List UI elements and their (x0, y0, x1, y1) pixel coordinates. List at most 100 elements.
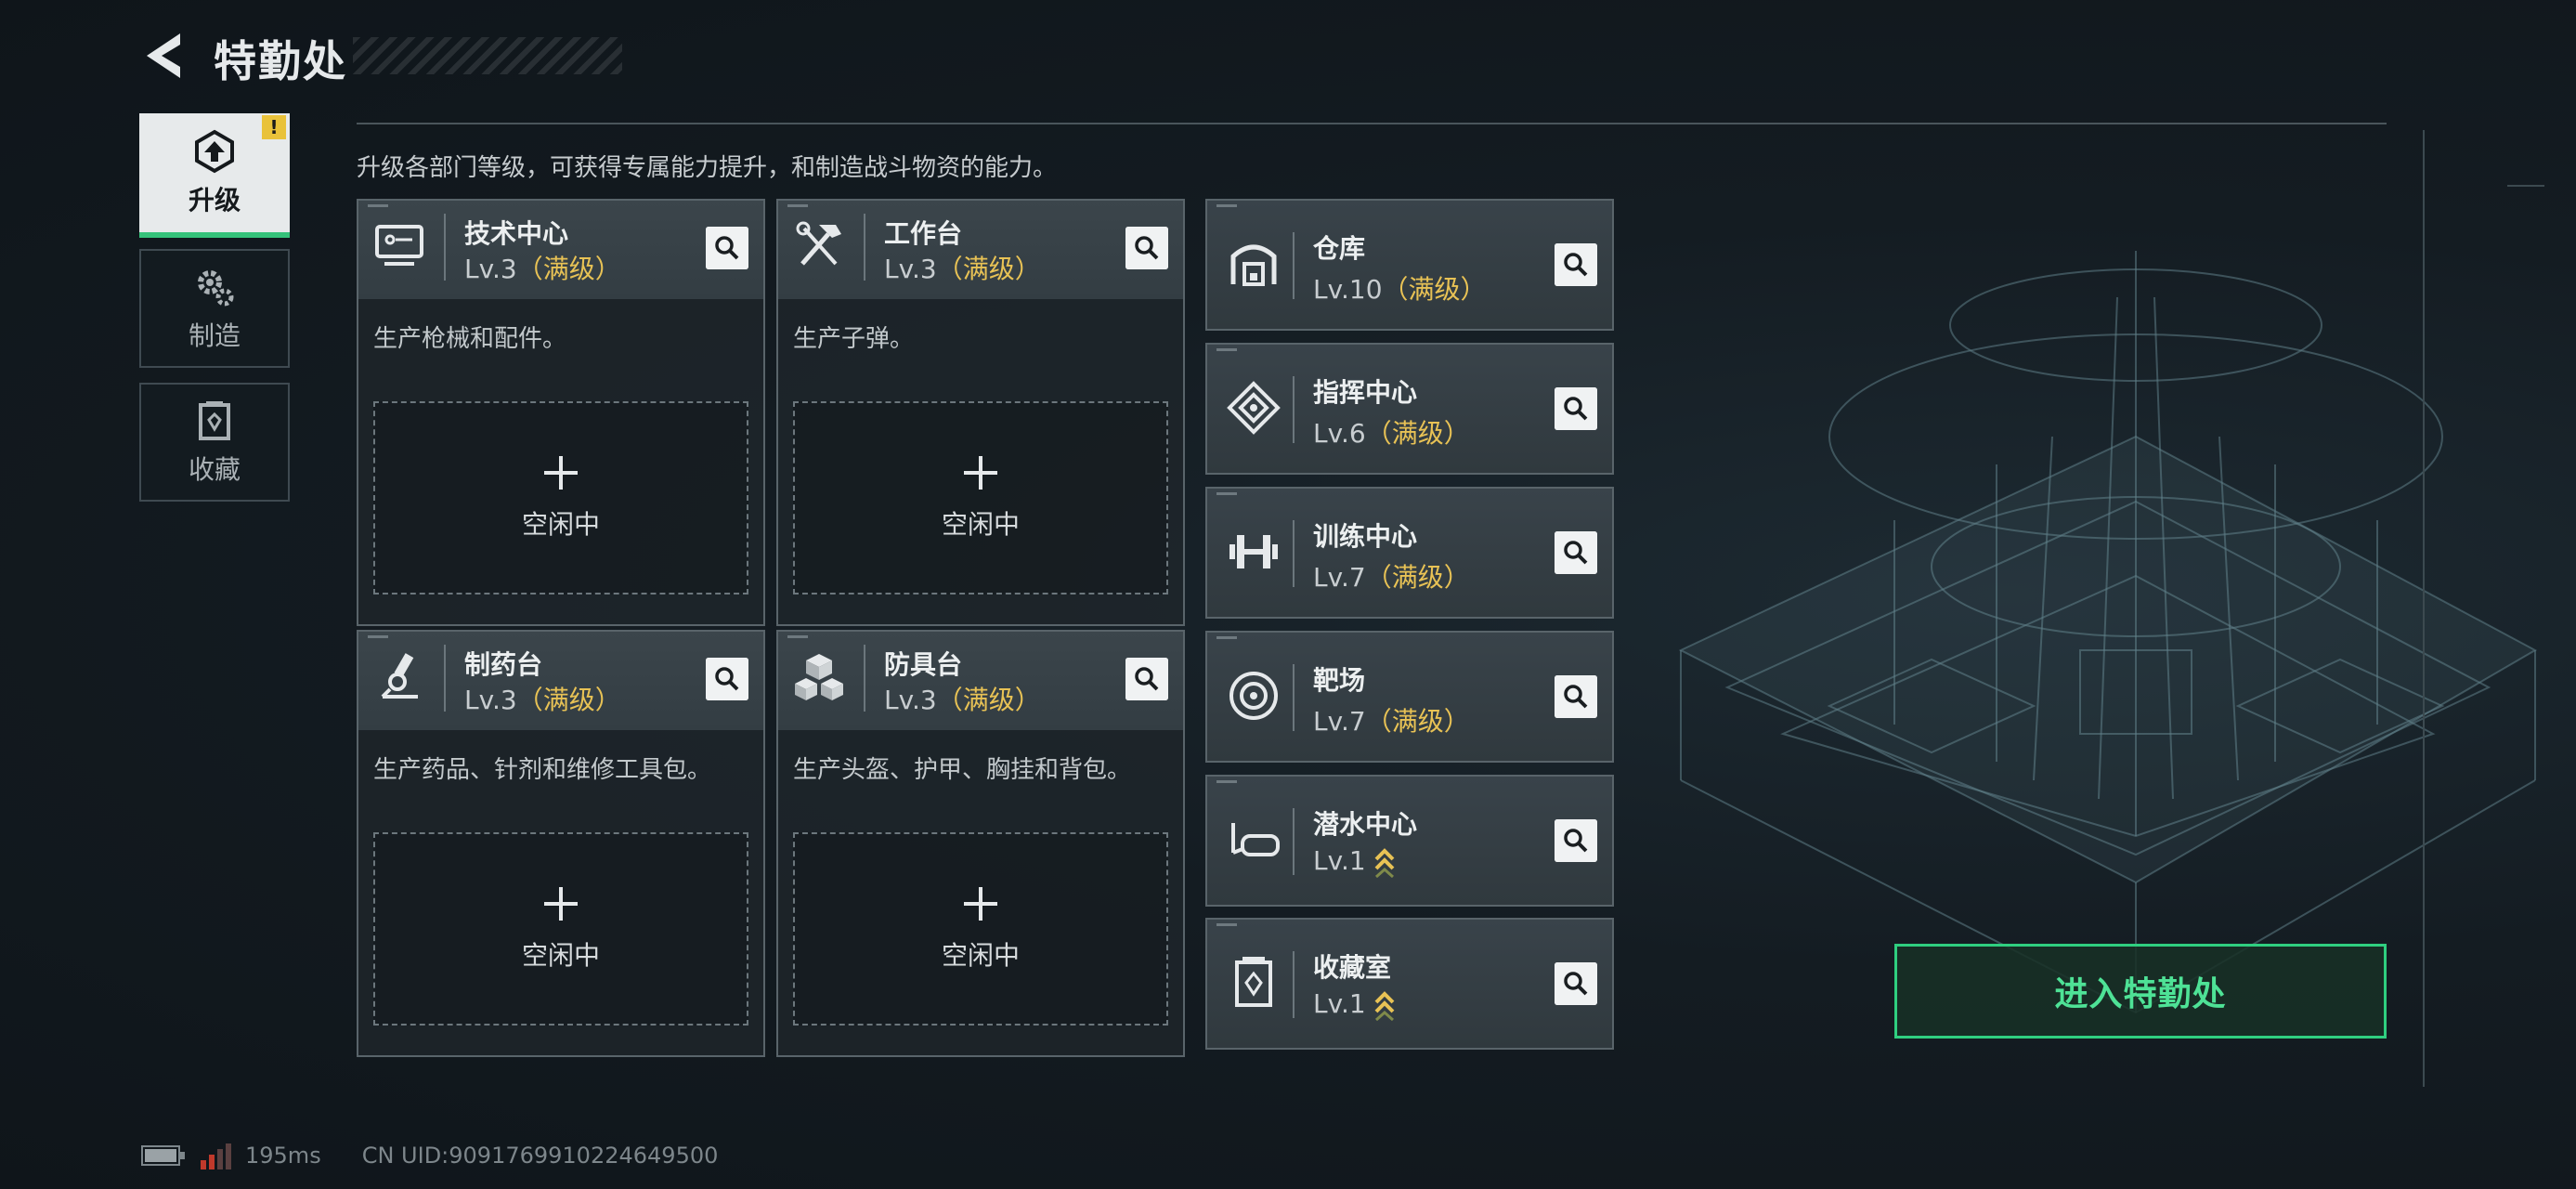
card-header: 制药台 Lv.3（满级） (358, 632, 763, 730)
ping-value: 195ms (245, 1143, 321, 1169)
corner-mark (1216, 780, 1237, 783)
collection-icon (1235, 957, 1272, 1007)
plus-icon (964, 456, 997, 490)
plus-icon (544, 456, 578, 490)
facility-name: 指挥中心 (1313, 377, 1418, 408)
divider (1293, 951, 1295, 1018)
upgrade-available-icon (1374, 848, 1395, 878)
upgrade-available-icon (1374, 991, 1395, 1021)
production-slot[interactable]: 空闲中 (793, 401, 1168, 594)
max-level-tag: （满级） (1365, 418, 1470, 449)
facility-card-training-center[interactable]: 训练中心 Lv.7（满级） (1205, 487, 1614, 619)
divider (357, 123, 2387, 124)
tab-label: 制造 (188, 320, 241, 351)
tab-label: 升级 (188, 185, 241, 216)
facility-level: Lv.6（满级） (1313, 418, 1470, 449)
facility-card-shooting-range[interactable]: 靶场 Lv.7（满级） (1205, 631, 1614, 763)
corner-mark (1216, 204, 1237, 207)
signal-icon (201, 1143, 231, 1169)
battery-icon (141, 1145, 185, 1166)
max-level-tag: （满级） (936, 254, 1041, 284)
divider (444, 214, 446, 281)
corner-mark (368, 204, 388, 207)
status-bar: 195ms CN UID:9091769910224649500 (141, 1137, 718, 1174)
tab-upgrade[interactable]: ! 升级 (139, 113, 290, 238)
search-icon[interactable] (1555, 675, 1597, 718)
facility-level: Lv.3（满级） (884, 685, 1041, 715)
facility-card-diving-center[interactable]: 潜水中心 Lv.1 (1205, 775, 1614, 907)
search-icon[interactable] (706, 227, 748, 269)
search-icon[interactable] (1125, 227, 1168, 269)
corner-mark (787, 635, 808, 638)
dumbbell-icon (1229, 535, 1278, 568)
alert-badge: ! (262, 115, 286, 139)
search-icon[interactable] (706, 658, 748, 700)
upgrade-icon (195, 129, 234, 174)
facility-card-tech-center[interactable]: 技术中心 Lv.3（满级） 生产枪械和配件。 空闲中 (357, 199, 765, 626)
enter-button-label: 进入特勤处 (2054, 975, 2227, 1013)
facility-description: 生产子弹。 (793, 325, 915, 353)
boxes-icon (795, 654, 843, 700)
command-icon (1227, 381, 1281, 435)
facility-name: 收藏室 (1313, 952, 1392, 983)
corner-mark (787, 204, 808, 207)
production-slot[interactable]: 空闲中 (373, 832, 748, 1026)
facility-level: Lv.3（满级） (884, 254, 1041, 284)
facility-name: 工作台 (884, 218, 963, 249)
divider (1293, 808, 1295, 875)
facility-name: 制药台 (464, 649, 543, 680)
facility-card-warehouse[interactable]: 仓库 Lv.10（满级） (1205, 199, 1614, 331)
enter-special-ops-button[interactable]: 进入特勤处 (1894, 944, 2387, 1039)
production-slot[interactable]: 空闲中 (373, 401, 748, 594)
max-level-tag: （满级） (1382, 274, 1487, 305)
gears-icon (198, 270, 234, 307)
tab-craft[interactable]: 制造 (139, 249, 290, 368)
back-arrow-icon[interactable] (139, 30, 191, 82)
corner-mark (1216, 492, 1237, 495)
corner-mark (1216, 636, 1237, 639)
facility-level: Lv.1 (1313, 845, 1396, 878)
header: 特勤处 (139, 24, 622, 86)
facility-level: Lv.7（满级） (1313, 706, 1470, 737)
user-uid: CN UID:9091769910224649500 (361, 1143, 719, 1169)
slot-status: 空闲中 (521, 940, 600, 971)
diving-mask-icon (1231, 823, 1280, 856)
facility-name: 潜水中心 (1313, 809, 1418, 840)
facility-card-pharmacy[interactable]: 制药台 Lv.3（满级） 生产药品、针剂和维修工具包。 空闲中 (357, 630, 765, 1057)
max-level-tag: （满级） (516, 685, 621, 715)
facility-card-armor-bench[interactable]: 防具台 Lv.3（满级） 生产头盔、护甲、胸挂和背包。 空闲中 (776, 630, 1185, 1057)
facility-description: 生产药品、针剂和维修工具包。 (373, 756, 712, 784)
search-icon[interactable] (1555, 531, 1597, 574)
facility-level: Lv.10（满级） (1313, 274, 1487, 305)
search-icon[interactable] (1555, 819, 1597, 862)
corner-mark (368, 635, 388, 638)
facility-level: Lv.7（满级） (1313, 562, 1470, 593)
divider (1293, 520, 1295, 587)
divider (1293, 664, 1295, 731)
slot-status: 空闲中 (941, 940, 1020, 971)
tab-collection[interactable]: 收藏 (139, 383, 290, 502)
divider (444, 645, 446, 712)
search-icon[interactable] (1555, 243, 1597, 286)
microscope-icon (381, 653, 418, 699)
monitor-icon (375, 225, 423, 266)
warehouse-icon (1230, 244, 1277, 286)
corner-mark (1216, 348, 1237, 351)
card-header: 工作台 Lv.3（满级） (778, 201, 1183, 299)
facility-card-command-center[interactable]: 指挥中心 Lv.6（满级） (1205, 343, 1614, 475)
page-title: 特勤处 (214, 36, 347, 86)
title-decoration (353, 37, 622, 74)
facility-card-collection-room[interactable]: 收藏室 Lv.1 (1205, 918, 1614, 1050)
divider (864, 214, 865, 281)
facility-name: 防具台 (884, 649, 963, 680)
search-icon[interactable] (1555, 387, 1597, 430)
search-icon[interactable] (1125, 658, 1168, 700)
card-header: 技术中心 Lv.3（满级） (358, 201, 763, 299)
slot-status: 空闲中 (941, 509, 1020, 540)
facility-card-workbench[interactable]: 工作台 Lv.3（满级） 生产子弹。 空闲中 (776, 199, 1185, 626)
max-level-tag: （满级） (1365, 706, 1470, 737)
facility-level: Lv.3（满级） (464, 254, 621, 284)
search-icon[interactable] (1555, 962, 1597, 1005)
production-slot[interactable]: 空闲中 (793, 832, 1168, 1026)
facility-name: 靶场 (1313, 665, 1366, 696)
